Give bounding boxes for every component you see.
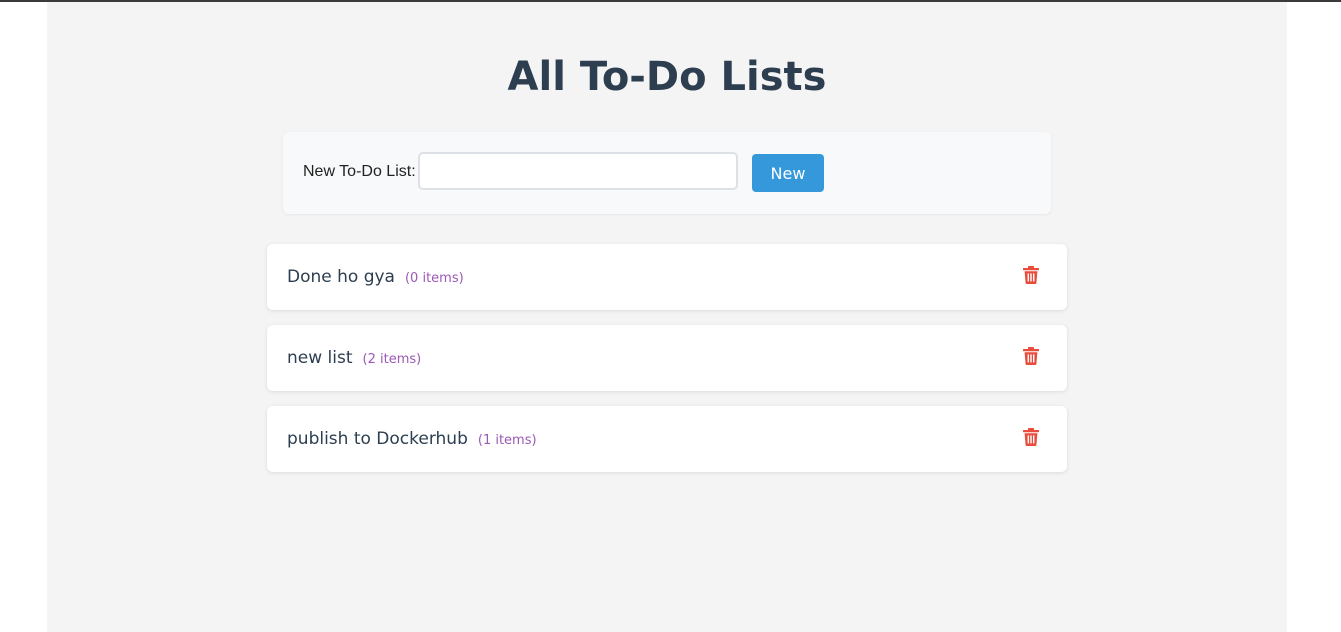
list-item[interactable]: Done ho gya (0 items) bbox=[267, 244, 1067, 310]
list-item-count: (2 items) bbox=[362, 352, 422, 367]
page-container: All To-Do Lists New To-Do List: New Done… bbox=[47, 2, 1287, 632]
trash-icon[interactable] bbox=[1023, 428, 1039, 446]
list-name: publish to Dockerhub (1 items) bbox=[287, 429, 537, 449]
list-item-count: (1 items) bbox=[477, 433, 537, 448]
new-list-input[interactable] bbox=[418, 152, 738, 190]
new-list-form: New To-Do List: New bbox=[283, 132, 1051, 214]
list-name: Done ho gya (0 items) bbox=[287, 267, 464, 287]
trash-icon[interactable] bbox=[1023, 347, 1039, 365]
page-title: All To-Do Lists bbox=[507, 54, 827, 100]
list-title: new list bbox=[287, 348, 353, 368]
list-title: publish to Dockerhub bbox=[287, 429, 468, 449]
trash-icon[interactable] bbox=[1023, 266, 1039, 284]
list-item[interactable]: publish to Dockerhub (1 items) bbox=[267, 406, 1067, 472]
list-item-count: (0 items) bbox=[404, 271, 464, 286]
list-name: new list (2 items) bbox=[287, 348, 421, 368]
new-list-button[interactable]: New bbox=[752, 154, 824, 192]
list-title: Done ho gya bbox=[287, 267, 395, 287]
new-list-label: New To-Do List: bbox=[303, 163, 416, 180]
list-item[interactable]: new list (2 items) bbox=[267, 325, 1067, 391]
todo-lists: Done ho gya (0 items) new list (2 items) bbox=[267, 244, 1067, 487]
